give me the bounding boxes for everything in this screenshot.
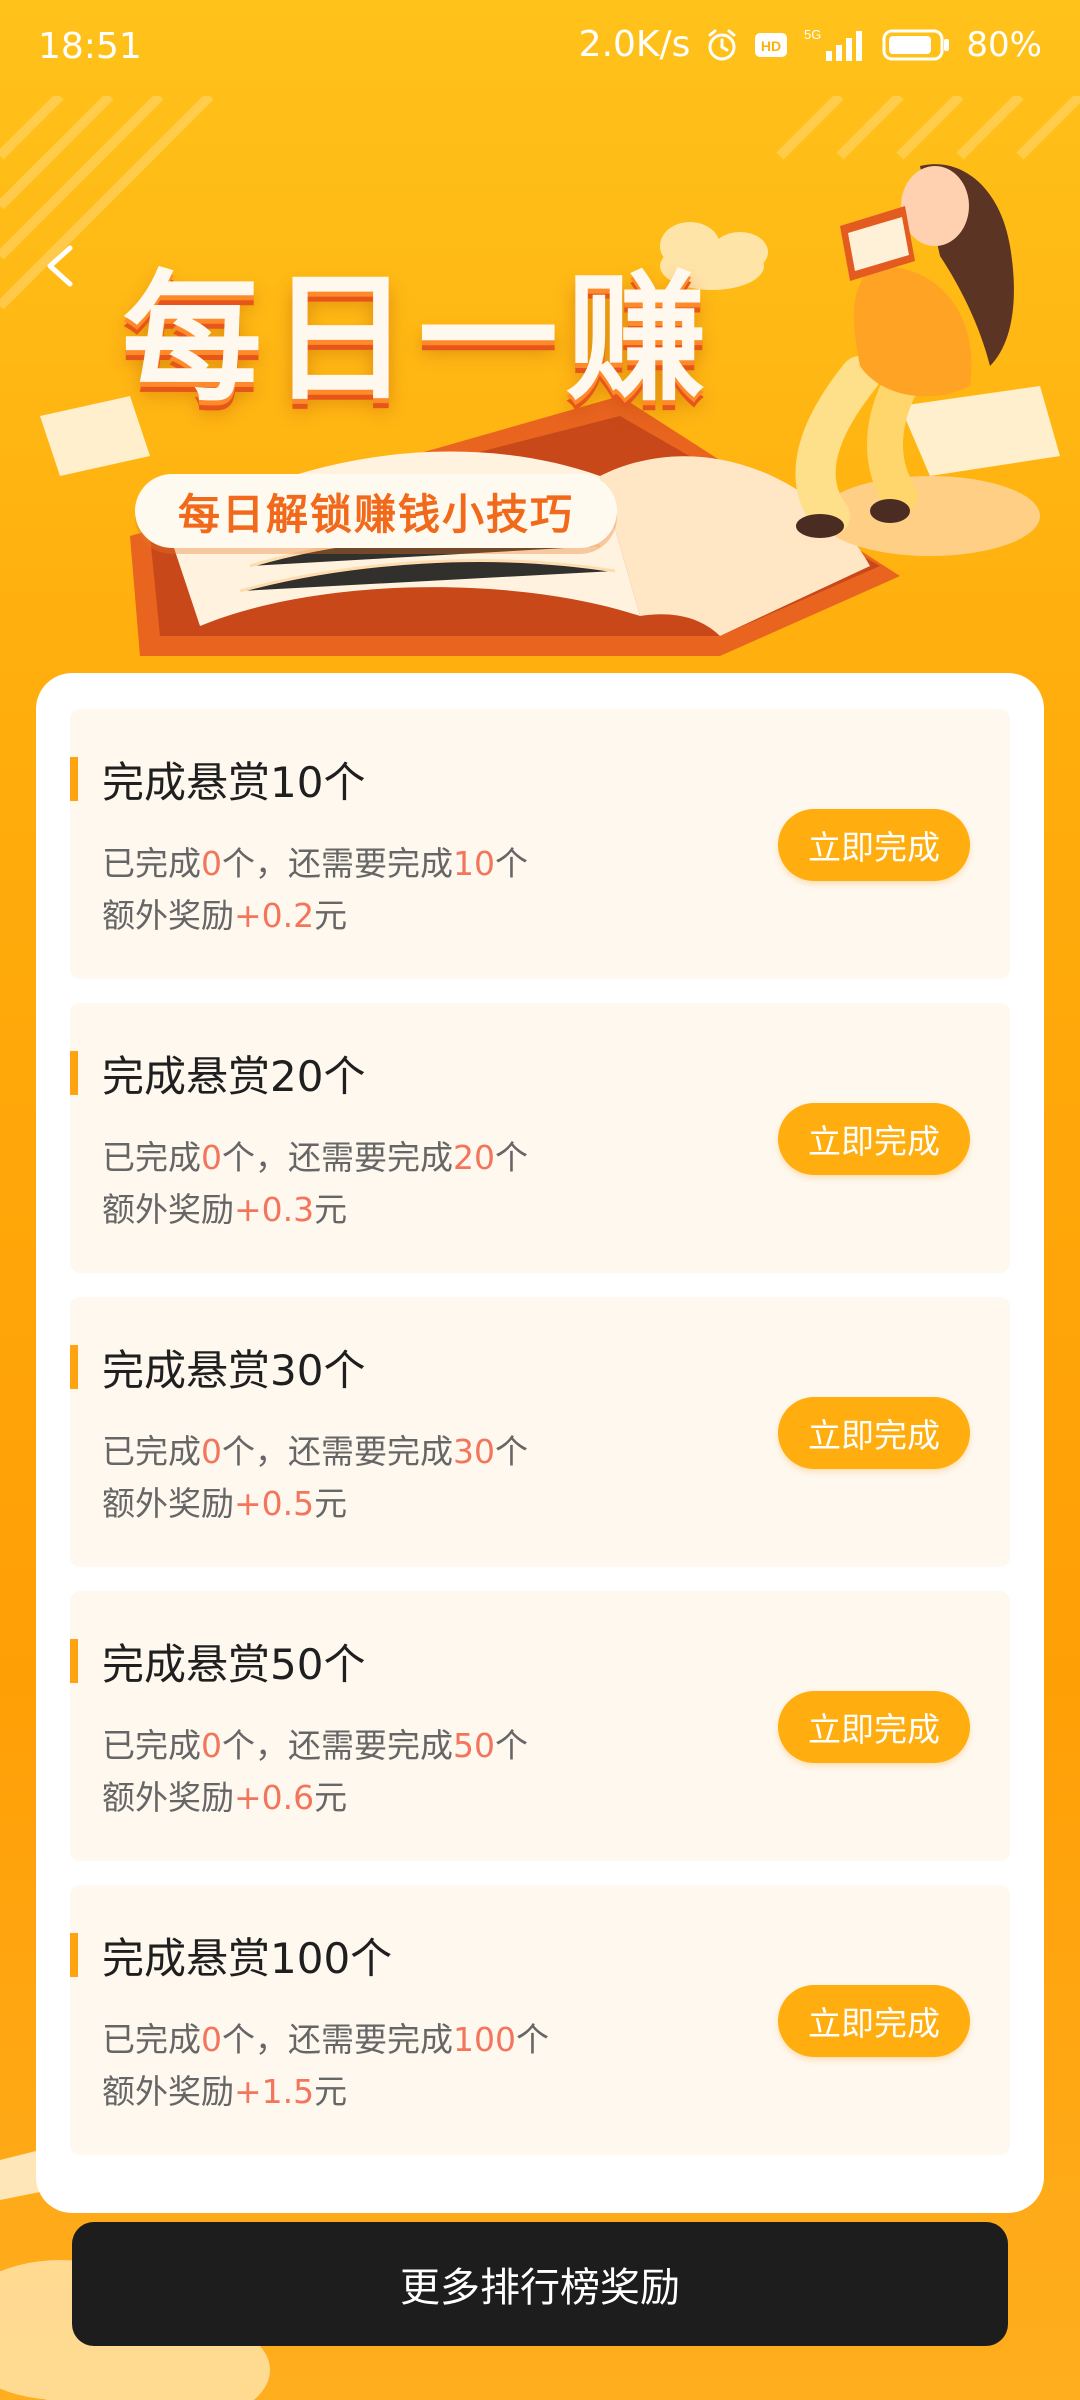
task-reward: 额外奖励+0.3元 bbox=[102, 1190, 348, 1229]
hd-icon: HD bbox=[754, 31, 788, 59]
done-count: 0 bbox=[201, 1432, 222, 1471]
remaining-count: 20 bbox=[453, 1138, 495, 1177]
status-indicators: 2.0K/s HD 5G 80% bbox=[579, 24, 1042, 65]
task-progress: 已完成0个，还需要完成10个 bbox=[102, 844, 528, 883]
chevron-left-icon bbox=[47, 245, 73, 287]
complete-now-button[interactable]: 立即完成 bbox=[778, 1985, 970, 2057]
task-card: 完成悬赏20个 已完成0个，还需要完成20个 额外奖励+0.3元 立即完成 bbox=[70, 1003, 1010, 1273]
accent-bar bbox=[70, 1051, 78, 1095]
task-reward: 额外奖励+0.5元 bbox=[102, 1484, 348, 1523]
task-card: 完成悬赏10个 已完成0个，还需要完成10个 额外奖励+0.2元 立即完成 bbox=[70, 709, 1010, 979]
complete-now-button[interactable]: 立即完成 bbox=[778, 1397, 970, 1469]
reward-amount: +0.5 bbox=[234, 1484, 315, 1523]
battery-percent: 80% bbox=[966, 24, 1042, 65]
reward-amount: +0.6 bbox=[234, 1778, 315, 1817]
complete-now-button[interactable]: 立即完成 bbox=[778, 809, 970, 881]
status-bar: 18:51 2.0K/s HD 5G 80% bbox=[0, 0, 1080, 96]
svg-text:HD: HD bbox=[761, 38, 781, 54]
task-title: 完成悬赏30个 bbox=[102, 1346, 366, 1395]
battery-icon bbox=[882, 28, 952, 62]
page-subtitle: 每日解锁赚钱小技巧 bbox=[177, 489, 574, 539]
status-time: 18:51 bbox=[38, 26, 142, 67]
remaining-count: 10 bbox=[453, 844, 495, 883]
network-speed: 2.0K/s bbox=[578, 24, 691, 65]
network-type: 5G bbox=[804, 27, 821, 42]
more-leaderboard-rewards-button[interactable]: 更多排行榜奖励 bbox=[72, 2222, 1008, 2346]
task-title: 完成悬赏100个 bbox=[102, 1934, 393, 1983]
done-count: 0 bbox=[201, 1726, 222, 1765]
done-count: 0 bbox=[201, 1138, 222, 1177]
task-card: 完成悬赏30个 已完成0个，还需要完成30个 额外奖励+0.5元 立即完成 bbox=[70, 1297, 1010, 1567]
done-count: 0 bbox=[201, 2020, 222, 2059]
task-card: 完成悬赏100个 已完成0个，还需要完成100个 额外奖励+1.5元 立即完成 bbox=[70, 1885, 1010, 2155]
accent-bar bbox=[70, 757, 78, 801]
done-count: 0 bbox=[201, 844, 222, 883]
subtitle-pill: 每日解锁赚钱小技巧 bbox=[135, 474, 617, 548]
task-progress: 已完成0个，还需要完成30个 bbox=[102, 1432, 528, 1471]
complete-now-button[interactable]: 立即完成 bbox=[778, 1103, 970, 1175]
reward-amount: +1.5 bbox=[234, 2072, 315, 2111]
remaining-count: 30 bbox=[453, 1432, 495, 1471]
task-reward: 额外奖励+0.2元 bbox=[102, 896, 348, 935]
complete-now-button[interactable]: 立即完成 bbox=[778, 1691, 970, 1763]
remaining-count: 100 bbox=[453, 2020, 516, 2059]
alarm-icon bbox=[704, 27, 740, 63]
task-title: 完成悬赏10个 bbox=[102, 758, 366, 807]
page-title: 每日一赚 bbox=[122, 257, 715, 421]
task-progress: 已完成0个，还需要完成20个 bbox=[102, 1138, 528, 1177]
hero-banner: 每日一赚 每日解锁赚钱小技巧 bbox=[0, 96, 1080, 676]
accent-bar bbox=[70, 1639, 78, 1683]
remaining-count: 50 bbox=[453, 1726, 495, 1765]
task-card: 完成悬赏50个 已完成0个，还需要完成50个 额外奖励+0.6元 立即完成 bbox=[70, 1591, 1010, 1861]
task-progress: 已完成0个，还需要完成100个 bbox=[102, 2020, 549, 2059]
accent-bar bbox=[70, 1933, 78, 1977]
accent-bar bbox=[70, 1345, 78, 1389]
task-title: 完成悬赏50个 bbox=[102, 1640, 366, 1689]
signal-icon: 5G bbox=[802, 27, 868, 63]
task-reward: 额外奖励+0.6元 bbox=[102, 1778, 348, 1817]
reward-amount: +0.2 bbox=[234, 896, 315, 935]
task-progress: 已完成0个，还需要完成50个 bbox=[102, 1726, 528, 1765]
back-button[interactable] bbox=[18, 226, 98, 306]
task-reward: 额外奖励+1.5元 bbox=[102, 2072, 348, 2111]
task-title: 完成悬赏20个 bbox=[102, 1052, 366, 1101]
task-panel: 完成悬赏10个 已完成0个，还需要完成10个 额外奖励+0.2元 立即完成 完成… bbox=[36, 673, 1044, 2213]
reward-amount: +0.3 bbox=[234, 1190, 315, 1229]
